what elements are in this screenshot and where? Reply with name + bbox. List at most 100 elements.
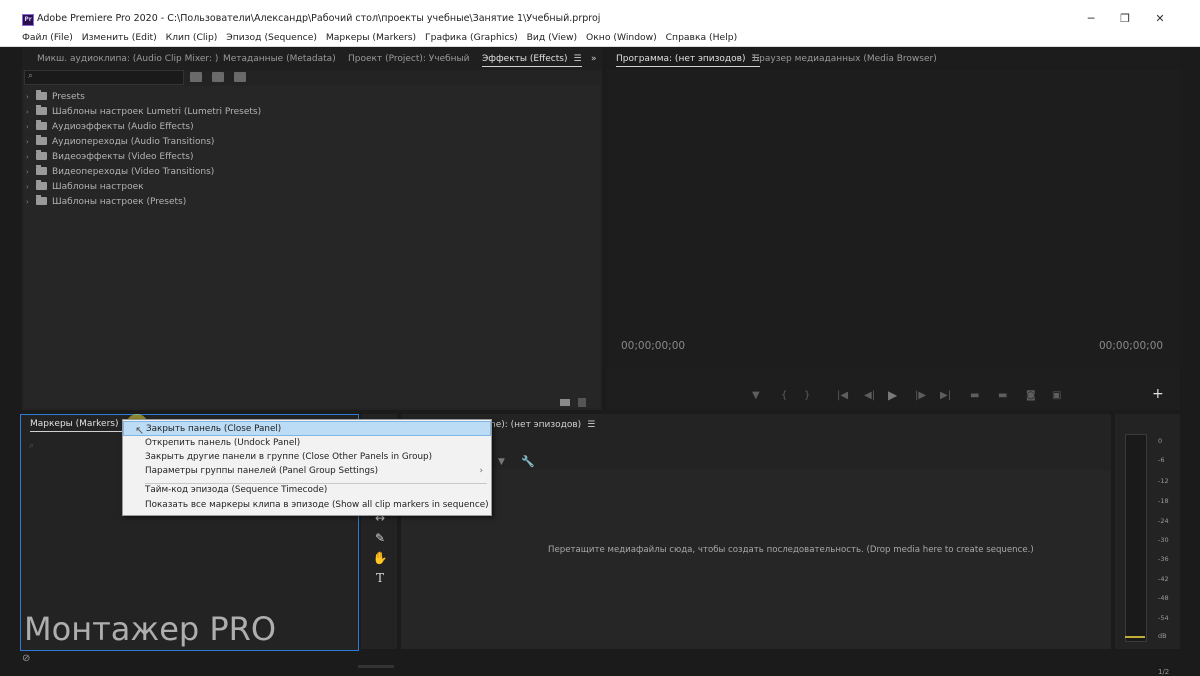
menu-file[interactable]: Файл (File) [22,30,73,46]
tab-program-label: Программа: (нет эпизодов) [616,54,746,64]
folder-icon [36,180,47,190]
lift-icon[interactable]: ▬ [970,390,979,401]
audio-meter-level [1125,636,1145,638]
tabs-overflow-icon[interactable]: » [591,54,597,64]
menu-help[interactable]: Справка (Help) [666,30,738,46]
restore-button[interactable]: ❐ [1115,12,1135,25]
extract-icon[interactable]: ▬ [998,390,1007,401]
premiere-app-icon: Pr [22,14,34,26]
type-tool-icon[interactable]: T [372,571,388,585]
tab-audio-clip-mixer[interactable]: Микш. аудиоклипа: (Audio Clip Mixer: ) [37,54,218,64]
menu-view[interactable]: Вид (View) [527,30,578,46]
playhead-timecode[interactable]: 00;00;00;00 [621,340,685,352]
menu-markers[interactable]: Маркеры (Markers) [326,30,416,46]
minimize-button[interactable]: ─ [1081,12,1101,25]
tree-item-audio-transitions[interactable]: › Аудиопереходы (Audio Transitions) [26,135,214,147]
effects-tabbar: Микш. аудиоклипа: (Audio Clip Mixer: ) М… [22,48,602,70]
comparison-view-icon[interactable]: ▣ [1052,390,1061,401]
new-bin-icon[interactable] [560,399,570,406]
accelerated-effects-icon[interactable] [190,72,202,82]
meter-label-6: -6 [1158,456,1165,464]
menu-item-sequence-timecode[interactable]: Тайм-код эпизода (Sequence Timecode) [123,483,491,498]
mouse-cursor-icon: ↖ [135,424,145,437]
tab-markers-label: Маркеры (Markers) [30,419,119,429]
audio-meter-bar [1125,434,1147,642]
tab-active-underline [616,66,760,67]
menu-graphics[interactable]: Графика (Graphics) [425,30,518,46]
menu-item-panel-group-settings[interactable]: Параметры группы панелей (Panel Group Se… [123,464,491,479]
trash-icon[interactable] [578,398,586,407]
yuv-effects-icon[interactable] [234,72,246,82]
go-to-out-icon[interactable]: ▶| [940,390,951,401]
menu-edit[interactable]: Изменить (Edit) [82,30,157,46]
folder-icon [36,195,47,205]
hand-tool-icon[interactable]: ✋ [372,551,388,565]
status-bar: ⊘ 1/2 [0,652,1200,676]
tree-item-presets[interactable]: › Presets [26,90,85,102]
panel-context-menu: Закрыть панель (Close Panel) Открепить п… [122,419,492,516]
button-editor-add-icon[interactable]: + [1152,386,1164,402]
submenu-arrow-icon: › [479,466,483,476]
tree-item-presets-2[interactable]: › Шаблоны настроек (Presets) [26,195,186,207]
menu-sequence[interactable]: Эпизод (Sequence) [226,30,317,46]
tab-metadata[interactable]: Метаданные (Metadata) [223,54,336,64]
chevron-right-icon: › [26,183,29,191]
sync-status-icon[interactable]: ⊘ [22,653,30,664]
tab-effects-label: Эффекты (Effects) [482,54,568,64]
tab-media-browser[interactable]: Браузер медиаданных (Media Browser) [753,54,937,64]
tree-item-lumetri-presets[interactable]: › Шаблоны настроек Lumetri (Lumetri Prese… [26,105,261,117]
menu-item-undock-panel[interactable]: Открепить панель (Undock Panel) [123,436,491,451]
meter-label-42: -42 [1158,575,1169,583]
meter-label-0: 0 [1158,437,1163,445]
scrollbar-handle[interactable] [358,665,394,668]
meter-label-12: -12 [1158,477,1169,485]
tab-effects[interactable]: Эффекты (Effects) ☰ [482,54,582,67]
meter-label-db: dB [1158,632,1167,640]
export-frame-icon[interactable]: ◙ [1026,390,1036,401]
tab-project[interactable]: Проект (Project): Учебный [348,54,470,64]
mark-in-icon[interactable]: { [781,390,787,401]
chevron-right-icon: › [26,138,29,146]
timeline-drop-area[interactable] [401,470,1111,649]
tab-markers[interactable]: Маркеры (Markers)☰ [30,419,133,432]
step-back-icon[interactable]: ◀| [864,390,875,401]
close-window-button[interactable]: ✕ [1150,12,1170,25]
play-icon[interactable]: ▶ [888,388,897,402]
step-forward-icon[interactable]: |▶ [915,390,926,401]
timeline-marker-icon[interactable]: ▼ [498,457,505,467]
mark-out-icon[interactable]: } [804,390,810,401]
tree-item-video-effects[interactable]: › Видеоэффекты (Video Effects) [26,150,194,162]
meter-label-54: -54 [1158,614,1169,622]
tab-program[interactable]: Программа: (нет эпизодов) ☰ [616,54,760,67]
tab-timeline[interactable]: ne): (нет эпизодов) ☰ [490,420,595,430]
meter-label-36: -36 [1158,555,1169,563]
folder-icon [36,150,47,160]
meter-label-18: -18 [1158,497,1169,505]
menu-item-close-panel[interactable]: Закрыть панель (Close Panel) [123,421,491,436]
timeline-panel: ne): (нет эпизодов) ☰ ▼ 🔧 Перетащите меди… [401,414,1111,649]
menu-clip[interactable]: Клип (Clip) [166,30,218,46]
menu-item-close-other-panels[interactable]: Закрыть другие панели в группе (Close Ot… [123,450,491,465]
folder-icon [36,165,47,175]
effects-search-input[interactable]: ⌕ [24,70,184,85]
pen-tool-icon[interactable]: ✎ [372,531,388,545]
menu-item-show-all-clip-markers[interactable]: Показать все маркеры клипа в эпизоде (Sh… [123,498,491,513]
32bit-effects-icon[interactable] [212,72,224,82]
folder-icon [36,120,47,130]
chevron-right-icon: › [26,123,29,131]
menu-window[interactable]: Окно (Window) [586,30,657,46]
effects-panel: Микш. аудиоклипа: (Audio Clip Mixer: ) М… [22,48,602,410]
tree-item-audio-effects[interactable]: › Аудиоэффекты (Audio Effects) [26,120,194,132]
tree-item-user-presets[interactable]: › Шаблоны настроек [26,180,144,192]
tree-item-video-transitions[interactable]: › Видеопереходы (Video Transitions) [26,165,214,177]
panel-menu-icon[interactable]: ☰ [587,420,595,430]
folder-icon [36,90,47,100]
program-viewer[interactable] [607,72,1180,368]
markers-search-icon[interactable]: ⌕ [29,441,34,451]
panel-menu-icon[interactable]: ☰ [573,54,581,64]
go-to-in-icon[interactable]: |◀ [837,390,848,401]
wrench-icon[interactable]: 🔧 [521,455,535,468]
add-marker-icon[interactable]: ▼ [752,390,760,401]
drop-media-hint: Перетащите медиафайлы сюда, чтобы создат… [548,545,1034,555]
meter-label-48: -48 [1158,594,1169,602]
